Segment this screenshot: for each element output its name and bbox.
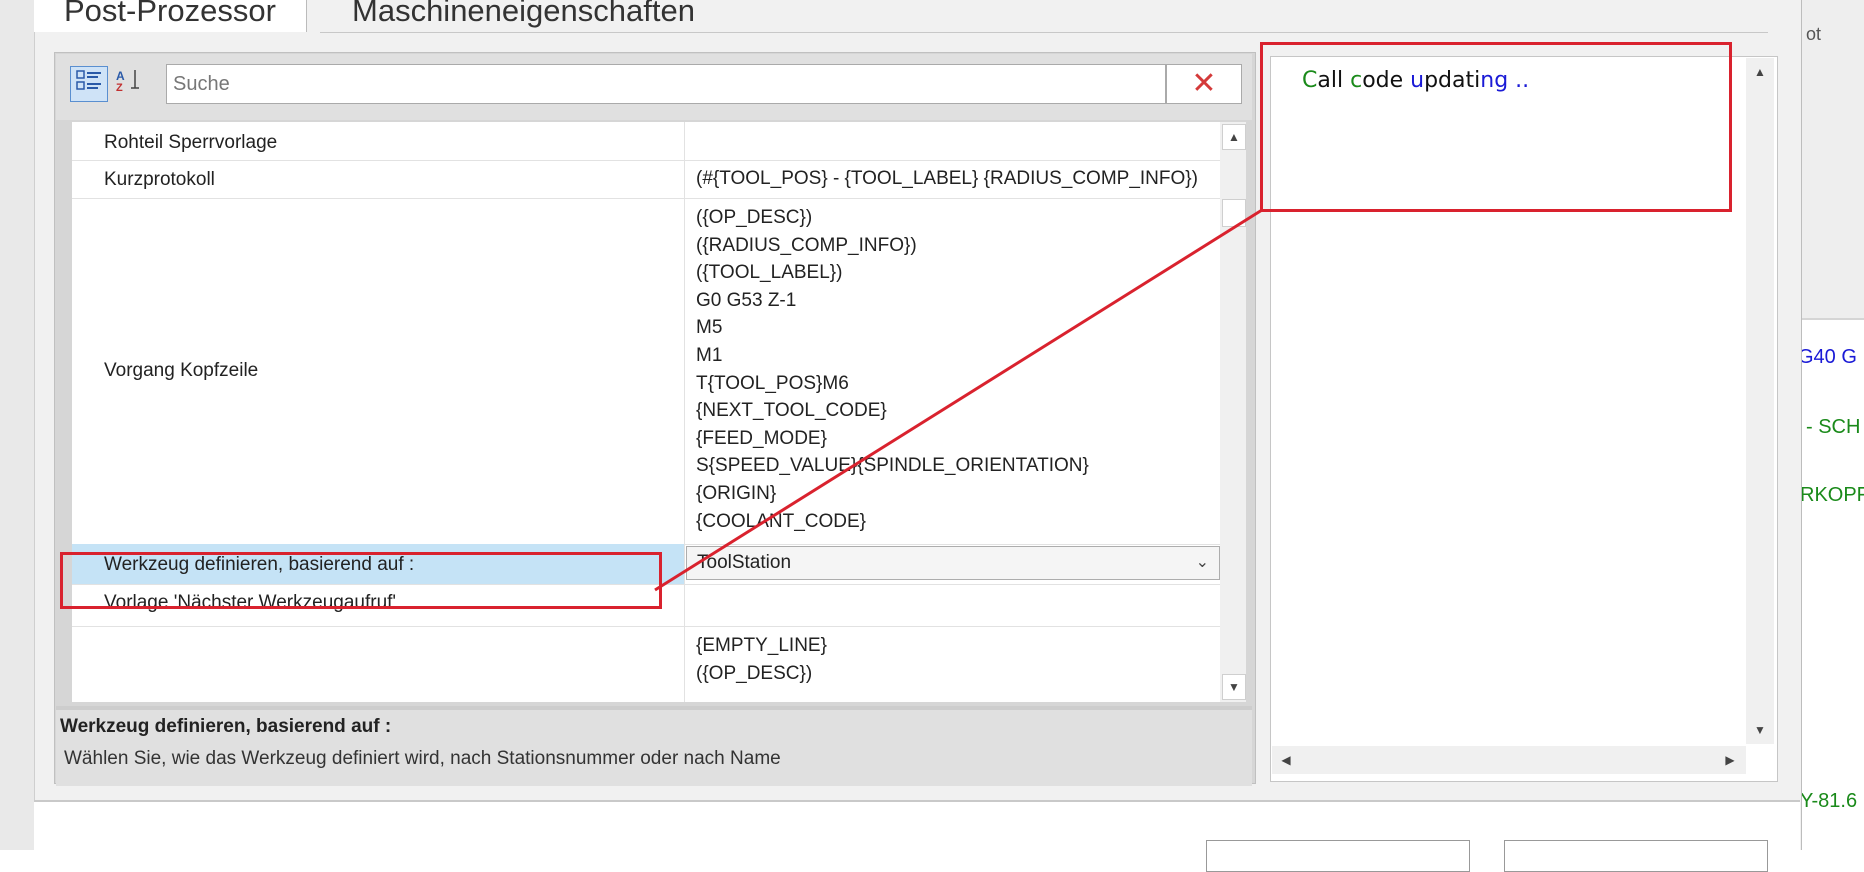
annotation-line bbox=[654, 208, 1263, 592]
annotation-arrow bbox=[654, 208, 1263, 592]
